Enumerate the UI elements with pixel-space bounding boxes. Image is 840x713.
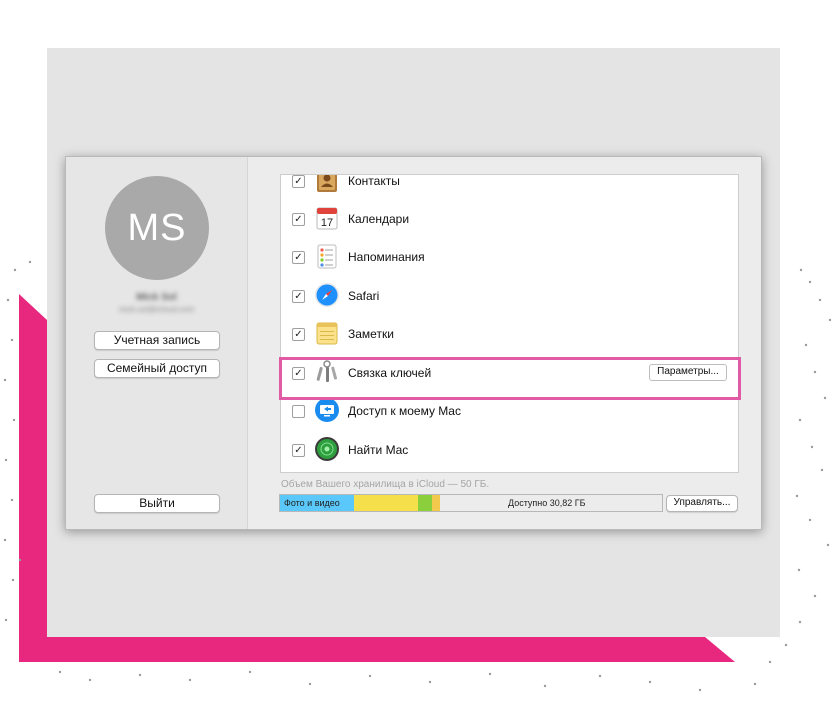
safari-checkbox[interactable]: ✓ <box>292 290 305 303</box>
contacts-checkbox[interactable]: ✓ <box>292 175 305 188</box>
icloud-preferences-window: MS Mick Sol mick.sol@icloud.com Учетная … <box>65 156 762 530</box>
contacts-icon <box>317 175 337 192</box>
avatar: MS <box>105 176 209 280</box>
storage-available-label: Доступно 30,82 ГБ <box>508 498 586 508</box>
storage-segment-mail <box>432 495 440 511</box>
contacts-label: Контакты <box>348 174 400 188</box>
service-row-safari[interactable]: ✓ Safari <box>281 277 738 315</box>
services-list[interactable]: ✓ Контакты ✓ 17 Календари ✓ Напоминания … <box>280 174 739 473</box>
storage-segment-docs <box>354 495 418 511</box>
user-name: Mick Sol <box>136 292 177 303</box>
manage-storage-button[interactable]: Управлять... <box>666 495 738 512</box>
find-my-mac-checkbox[interactable]: ✓ <box>292 444 305 457</box>
sign-out-button[interactable]: Выйти <box>94 494 220 513</box>
service-row-reminders[interactable]: ✓ Напоминания <box>281 238 738 276</box>
account-sidebar: MS Mick Sol mick.sol@icloud.com Учетная … <box>66 157 248 529</box>
keychain-highlight-frame <box>279 357 741 400</box>
back-to-my-mac-icon <box>315 398 339 422</box>
storage-segment-backup <box>418 495 432 511</box>
reminders-label: Напоминания <box>348 250 425 264</box>
calendar-label: Календари <box>348 212 410 226</box>
find-my-mac-label: Найти Mac <box>348 443 409 457</box>
storage-summary: Объем Вашего хранилища в iCloud — 50 ГБ. <box>281 479 490 490</box>
service-row-find-my-mac[interactable]: ✓ Найти Mac <box>281 431 738 469</box>
back-to-my-mac-checkbox[interactable] <box>292 405 305 418</box>
reminders-icon <box>317 244 337 269</box>
account-details-button[interactable]: Учетная запись <box>94 331 220 350</box>
notes-label: Заметки <box>348 327 394 341</box>
family-sharing-button[interactable]: Семейный доступ <box>94 359 220 378</box>
notes-checkbox[interactable]: ✓ <box>292 328 305 341</box>
safari-icon <box>315 283 339 307</box>
user-email: mick.sol@icloud.com <box>118 305 195 314</box>
calendar-icon: 17 <box>316 207 338 230</box>
storage-bar: Фото и видео Доступно 30,82 ГБ <box>279 494 663 512</box>
find-my-mac-icon <box>315 437 339 461</box>
calendar-checkbox[interactable]: ✓ <box>292 213 305 226</box>
storage-photos-label: Фото и видео <box>284 498 340 508</box>
safari-label: Safari <box>348 289 380 303</box>
notes-icon <box>316 322 338 345</box>
calendar-icon-day: 17 <box>321 217 333 229</box>
service-row-contacts[interactable]: ✓ Контакты <box>281 174 738 200</box>
reminders-checkbox[interactable]: ✓ <box>292 251 305 264</box>
back-to-my-mac-label: Доступ к моему Mac <box>348 404 461 418</box>
service-row-calendar[interactable]: ✓ 17 Календари <box>281 200 738 238</box>
service-row-notes[interactable]: ✓ Заметки <box>281 315 738 353</box>
